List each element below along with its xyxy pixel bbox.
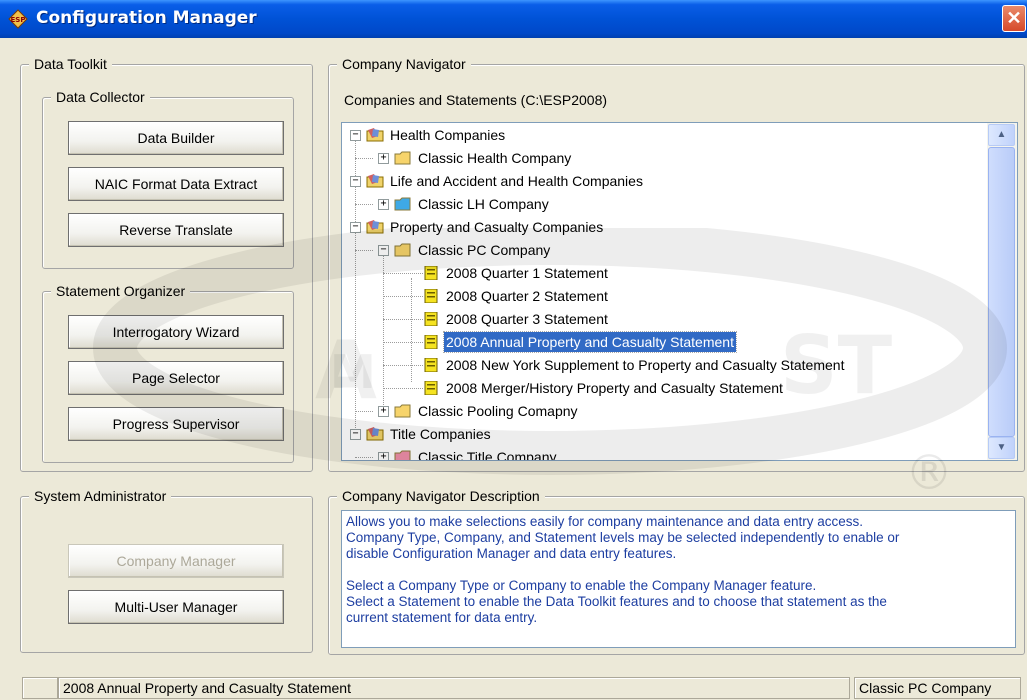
tree-node[interactable]: − Title Companies [342,424,982,444]
tree-node[interactable]: − Health Companies [342,125,982,145]
tree-node-label: 2008 New York Supplement to Property and… [446,357,845,373]
naic-format-data-extract-button[interactable]: NAIC Format Data Extract [68,167,284,201]
collapse-icon[interactable]: − [378,245,389,256]
tree-node[interactable]: − Classic PC Company [342,240,982,260]
tree-node-label: 2008 Annual Property and Casualty Statem… [443,331,737,353]
scroll-down-button[interactable]: ▼ [988,437,1015,459]
close-button[interactable]: ✕ [1002,5,1026,32]
statement-organizer-legend: Statement Organizer [51,283,191,299]
description-paragraph-1: Allows you to make selections easily for… [346,514,900,561]
multi-user-manager-button[interactable]: Multi-User Manager [68,590,284,624]
tree-node-label: Property and Casualty Companies [390,219,604,235]
company-manager-button[interactable]: Company Manager [68,544,284,578]
collapse-icon[interactable]: − [350,176,361,187]
tree-node-label: Health Companies [390,127,506,143]
scroll-up-icon: ▲ [996,129,1007,140]
company-type-icon [366,427,384,441]
reverse-translate-button[interactable]: Reverse Translate [68,213,284,247]
tree-node-label: Classic Health Company [418,150,572,166]
close-icon: ✕ [1006,8,1022,28]
tree-node-label: 2008 Quarter 1 Statement [446,265,608,281]
folder-icon [394,151,411,165]
tree-node[interactable]: 2008 New York Supplement to Property and… [342,355,982,375]
company-type-icon [366,220,384,234]
statement-icon [424,289,438,303]
status-blank-cell [22,677,58,699]
folder-icon [394,197,411,211]
expand-icon[interactable]: + [378,452,389,460]
system-administrator-legend: System Administrator [29,488,172,504]
statement-icon [424,335,438,349]
page-selector-button[interactable]: Page Selector [68,361,284,395]
collapse-icon[interactable]: − [350,429,361,440]
svg-text:ESP: ESP [11,16,26,24]
scroll-down-icon: ▼ [996,442,1007,453]
tree-node[interactable]: + Classic LH Company [342,194,982,214]
tree-node[interactable]: 2008 Quarter 2 Statement [342,286,982,306]
tree-node-label: Classic Pooling Comapny [418,403,578,419]
description-text-box: Allows you to make selections easily for… [341,510,1016,648]
company-tree[interactable]: − Health Companies + Classic Health Company… [341,122,1018,461]
tree-node[interactable]: 2008 Quarter 1 Statement [342,263,982,283]
status-bar: 2008 Annual Property and Casualty Statem… [0,673,1027,700]
folder-icon [394,243,411,257]
scroll-up-button[interactable]: ▲ [988,124,1015,146]
tree-node[interactable]: − Life and Accident and Health Companies [342,171,982,191]
statement-icon [424,312,438,326]
interrogatory-wizard-button[interactable]: Interrogatory Wizard [68,315,284,349]
statement-icon [424,381,438,395]
expand-icon[interactable]: + [378,153,389,164]
description-paragraph-2: Select a Company Type or Company to enab… [346,578,887,625]
description-legend: Company Navigator Description [337,488,545,504]
expand-icon[interactable]: + [378,406,389,417]
collapse-icon[interactable]: − [350,130,361,141]
tree-node-label: Life and Accident and Health Companies [390,173,643,189]
tree-node[interactable]: + Classic Health Company [342,148,982,168]
tree-scrollbar[interactable]: ▲ ▼ [987,123,1017,460]
scroll-thumb[interactable] [988,147,1015,437]
tree-node-label: Title Companies [390,426,491,442]
tree-node-label: 2008 Quarter 2 Statement [446,288,608,304]
collapse-icon[interactable]: − [350,222,361,233]
folder-icon [394,404,411,418]
company-type-icon [366,174,384,188]
tree-node-label: Classic PC Company [418,242,551,258]
company-navigator-legend: Company Navigator [337,56,471,72]
tree-node-label: Classic LH Company [418,196,549,212]
data-toolkit-legend: Data Toolkit [29,56,112,72]
progress-supervisor-button[interactable]: Progress Supervisor [68,407,284,441]
tree-node[interactable]: 2008 Quarter 3 Statement [342,309,982,329]
tree-node-selected[interactable]: 2008 Annual Property and Casualty Statem… [342,331,982,353]
window-title: Configuration Manager [36,8,257,28]
data-collector-legend: Data Collector [51,89,150,105]
company-type-icon [366,128,384,142]
companies-path-label: Companies and Statements (C:\ESP2008) [344,92,608,108]
tree-node-label: 2008 Quarter 3 Statement [446,311,608,327]
title-bar[interactable]: ESP Configuration Manager ✕ [0,0,1027,38]
tree-node[interactable]: + Classic Title Company [342,447,982,461]
status-company: Classic PC Company [854,677,1021,699]
statement-icon [424,358,438,372]
data-builder-button[interactable]: Data Builder [68,121,284,155]
tree-node-label: 2008 Merger/History Property and Casualt… [446,380,783,396]
folder-icon [394,450,411,460]
expand-icon[interactable]: + [378,199,389,210]
statement-icon [424,266,438,280]
tree-node[interactable]: + Classic Pooling Comapny [342,401,982,421]
esp-app-icon: ESP [8,9,28,29]
tree-node-label: Classic Title Company [418,449,557,461]
status-statement: 2008 Annual Property and Casualty Statem… [58,677,850,699]
tree-node[interactable]: − Property and Casualty Companies [342,217,982,237]
tree-node[interactable]: 2008 Merger/History Property and Casualt… [342,378,982,398]
